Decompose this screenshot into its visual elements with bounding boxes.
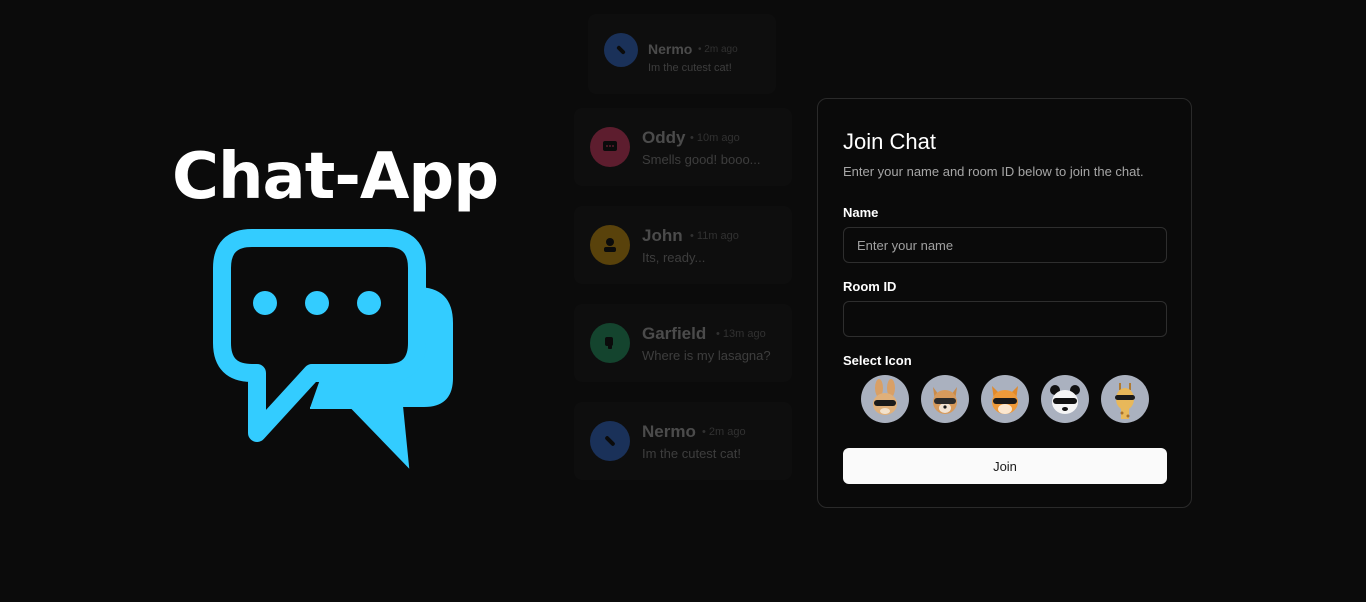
list-item: John • 11m ago Its, ready... [574, 206, 792, 284]
message-author: Oddy [642, 128, 686, 147]
fox-icon[interactable] [981, 375, 1029, 423]
message-author: Nermo [648, 41, 693, 57]
chat-bubbles-icon [212, 228, 462, 473]
message-time: • 2m ago [698, 44, 738, 55]
thumbs-down-icon [590, 323, 630, 363]
join-chat-card: Join Chat Enter your name and room ID be… [817, 98, 1192, 508]
list-item: Garfield • 13m ago Where is my lasagna? [574, 304, 792, 382]
join-subtitle: Enter your name and room ID below to joi… [843, 164, 1144, 179]
room-id-label: Room ID [843, 279, 897, 294]
message-text: Im the cutest cat! [642, 446, 741, 461]
list-item: Oddy • 10m ago Smells good! booo... [574, 108, 792, 186]
name-label: Name [843, 205, 879, 220]
icon-picker [861, 375, 1151, 423]
join-title: Join Chat [843, 129, 936, 154]
dog-icon[interactable] [921, 375, 969, 423]
message-time: • 2m ago [702, 426, 746, 438]
giraffe-icon[interactable] [1101, 375, 1149, 423]
rabbit-icon[interactable] [861, 375, 909, 423]
user-icon [590, 225, 630, 265]
skateboard-icon [590, 421, 630, 461]
brand-title: Chat-App [172, 140, 499, 214]
message-time: • 13m ago [716, 328, 766, 340]
list-item: Nermo • 2m ago Im the cutest cat! [588, 14, 776, 94]
message-time: • 10m ago [690, 132, 740, 144]
list-item: Nermo • 2m ago Im the cutest cat! [574, 402, 792, 480]
message-text: Its, ready... [642, 250, 706, 265]
room-id-input[interactable] [843, 301, 1167, 337]
page: Chat-App Nermo • 2m ago Im the cutest ca… [0, 0, 1366, 602]
message-author: Garfield [642, 324, 707, 343]
message-time: • 11m ago [690, 230, 739, 242]
join-button[interactable]: Join [843, 448, 1167, 484]
message-text: Im the cutest cat! [648, 62, 732, 74]
message-author: Nermo [642, 422, 696, 441]
skateboard-icon [604, 33, 638, 67]
message-text: Where is my lasagna? [642, 348, 771, 363]
name-input[interactable] [843, 227, 1167, 263]
panda-icon[interactable] [1041, 375, 1089, 423]
message-author: John [642, 226, 683, 245]
select-icon-label: Select Icon [843, 353, 912, 368]
message-icon [590, 127, 630, 167]
message-text: Smells good! booo... [642, 152, 761, 167]
